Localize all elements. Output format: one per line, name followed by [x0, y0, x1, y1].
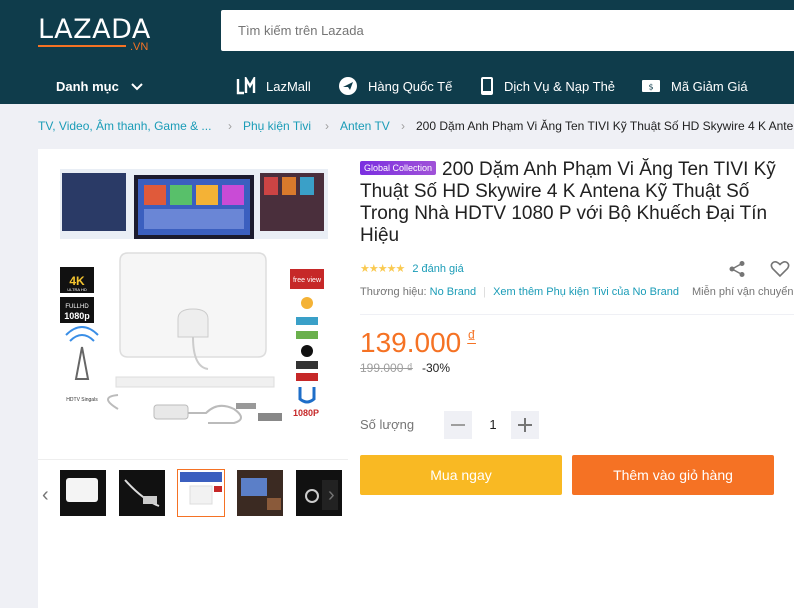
- phone-icon: [480, 76, 494, 96]
- divider: |: [483, 286, 487, 298]
- nav-lazmall[interactable]: LazMall: [236, 68, 311, 104]
- buy-now-label: Mua ngay: [430, 467, 492, 483]
- nav-voucher[interactable]: $ Mã Giảm Giá: [641, 68, 748, 104]
- ultra-hd-text: ULTRA HD: [67, 287, 87, 292]
- lazada-logo[interactable]: LAZADA .VN: [38, 14, 158, 56]
- thumbnail[interactable]: [237, 470, 283, 516]
- svg-text:$: $: [648, 83, 653, 92]
- increase-quantity-button[interactable]: [511, 411, 539, 439]
- product-main-image[interactable]: 4K ULTRA HD FULLHD 1080p HDTV Singals fr…: [58, 169, 328, 439]
- chevron-left-icon[interactable]: ‹: [42, 484, 49, 507]
- 1080p-label: 1080P: [293, 408, 319, 418]
- top-nav: Danh mục LazMall Hàng Quốc Tế Dịch Vụ & …: [0, 68, 794, 104]
- quantity-input[interactable]: 1: [478, 411, 508, 439]
- nav-categories-label: Danh mục: [56, 78, 119, 94]
- star-rating-icon: ★★★★★: [360, 263, 405, 275]
- original-price: 199.000 ₫: [360, 361, 413, 375]
- divider: [360, 314, 794, 315]
- badge-4k-text: 4K: [69, 274, 85, 288]
- nav-voucher-label: Mã Giảm Giá: [671, 78, 748, 94]
- site-header: LAZADA .VN Danh mục LazMall Hàng Quốc Tế: [0, 0, 794, 104]
- buy-now-button[interactable]: Mua ngay: [360, 455, 562, 495]
- more-products-link[interactable]: Xem thêm Phụ kiện Tivi của No Brand: [493, 286, 679, 298]
- global-collection-badge: Global Collection: [360, 161, 437, 175]
- quantity-label: Số lượng: [360, 417, 415, 432]
- thumbnail-strip: ‹ ›: [38, 459, 348, 527]
- discount-percent: -30%: [422, 361, 451, 375]
- nav-services-label: Dịch Vụ & Nạp Thẻ: [504, 78, 616, 94]
- free-view-text: free view: [293, 277, 322, 284]
- brand-label: Thương hiệu:: [360, 286, 427, 298]
- thumbnail[interactable]: [296, 470, 342, 516]
- product-title-block: Global Collection 200 Dặm Anh Phạm Vi Ăng…: [360, 159, 794, 247]
- lazmall-icon: [236, 77, 256, 95]
- search-input[interactable]: [221, 10, 794, 51]
- breadcrumb-separator: ›: [228, 119, 232, 133]
- nav-global-label: Hàng Quốc Tế: [368, 78, 453, 94]
- breadcrumb-separator: ›: [401, 119, 405, 133]
- nav-categories[interactable]: Danh mục: [56, 68, 143, 104]
- breadcrumb-current: 200 Dặm Anh Phạm Vi Ăng Ten TIVI Kỹ Thuậ…: [416, 119, 794, 133]
- free-shipping-text: Miễn phí vận chuyển: [692, 286, 794, 298]
- breadcrumb-separator: ›: [325, 119, 329, 133]
- logo-underline: [38, 45, 126, 47]
- breadcrumb-item[interactable]: TV, Video, Âm thanh, Game & ...: [38, 119, 211, 133]
- thumbnail[interactable]: [119, 470, 165, 516]
- breadcrumb-item[interactable]: Phụ kiện Tivi: [243, 119, 311, 133]
- add-to-cart-button[interactable]: Thêm vào giỏ hàng: [572, 455, 774, 495]
- heart-icon[interactable]: [770, 260, 790, 283]
- thumbnail[interactable]: [60, 470, 106, 516]
- add-to-cart-label: Thêm vào giỏ hàng: [613, 467, 733, 483]
- rating-row: ★★★★★ 2 đánh giá: [360, 262, 464, 276]
- rating-count-link[interactable]: 2 đánh giá: [412, 263, 463, 275]
- thumbnail[interactable]: [177, 469, 225, 517]
- product-panel: 4K ULTRA HD FULLHD 1080p HDTV Singals fr…: [38, 149, 794, 608]
- share-icon[interactable]: [728, 260, 746, 283]
- nav-global[interactable]: Hàng Quốc Tế: [338, 68, 452, 104]
- breadcrumb-item[interactable]: Anten TV: [340, 119, 390, 133]
- plane-icon: [338, 76, 358, 96]
- decrease-quantity-button[interactable]: [444, 411, 472, 439]
- logo-suffix: .VN: [130, 41, 149, 53]
- chevron-right-icon[interactable]: ›: [328, 484, 335, 507]
- nav-lazmall-label: LazMall: [266, 78, 311, 94]
- 1080p-text: 1080p: [64, 311, 90, 321]
- price-value: 139.000: [360, 327, 462, 358]
- voucher-icon: $: [641, 79, 661, 93]
- currency-symbol: ₫: [467, 327, 476, 346]
- hdtv-signals-text: HDTV Singals: [66, 397, 98, 403]
- brand-line: Thương hiệu: No Brand | Xem thêm Phụ kiệ…: [360, 286, 679, 298]
- chevron-down-icon: [131, 79, 143, 94]
- search-bar: [221, 10, 794, 51]
- breadcrumb: TV, Video, Âm thanh, Game & ... › Phụ ki…: [38, 118, 794, 136]
- brand-link[interactable]: No Brand: [430, 286, 476, 298]
- nav-services[interactable]: Dịch Vụ & Nạp Thẻ: [480, 68, 615, 104]
- current-price: 139.000 ₫: [360, 327, 476, 359]
- fullhd-text: FULLHD: [65, 304, 89, 310]
